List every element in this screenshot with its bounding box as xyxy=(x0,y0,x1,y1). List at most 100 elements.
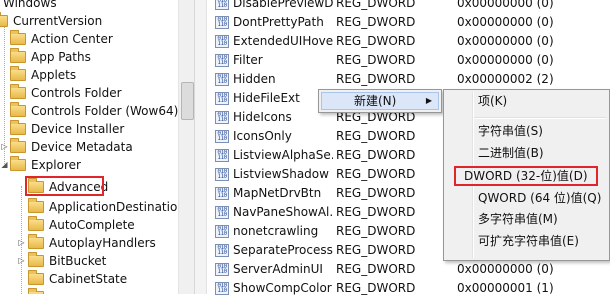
scrollbar-thumb[interactable] xyxy=(181,82,194,120)
folder-icon xyxy=(28,270,44,285)
folder-icon xyxy=(0,12,8,27)
value-row[interactable]: 010110 ExtendedUIHove... REG_DWORD 0x000… xyxy=(207,32,610,51)
folder-icon xyxy=(10,48,26,63)
reg-dword-icon: 010 110 xyxy=(215,54,229,67)
menu-separator xyxy=(474,117,606,119)
submenu-item-binary-value[interactable]: 二进制值(B) xyxy=(478,143,544,163)
reg-dword-icon: 010 110 xyxy=(215,244,229,257)
folder-icon xyxy=(28,252,44,267)
value-data: 0x00000001 (1) xyxy=(457,281,554,295)
context-menu: 新建(N) ▶ xyxy=(318,89,442,113)
reg-dword-icon: 010 110 xyxy=(215,187,229,200)
value-type: REG_DWORD xyxy=(336,129,416,143)
tree-item-label: Controls Folder xyxy=(31,86,122,100)
menu-item-new[interactable]: 新建(N) ▶ xyxy=(321,92,439,110)
reg-dword-icon: 010 110 xyxy=(215,206,229,219)
pane-splitter[interactable] xyxy=(195,0,207,294)
value-name: SeparateProcess xyxy=(233,243,333,257)
chevron-right-icon: ▶ xyxy=(425,96,432,105)
tree-item-label: Controls Folder (Wow64) xyxy=(31,104,178,118)
value-data: 0x00000000 (0) xyxy=(457,0,554,10)
tree-item-label: Action Center xyxy=(31,32,113,46)
value-type: REG_DWORD xyxy=(336,205,416,219)
value-name: ListviewAlphaSe... xyxy=(233,148,333,162)
expand-arrow-icon[interactable]: ▷ xyxy=(17,252,26,270)
value-type: REG_DWORD xyxy=(336,15,416,29)
folder-icon xyxy=(28,234,44,249)
value-row[interactable]: 010 110 ShowCompColor REG_DWORD 0x0000000… xyxy=(207,279,610,298)
reg-dword-icon: 010 110 xyxy=(215,263,229,276)
value-name: ShowCompColor xyxy=(233,281,332,295)
value-name: IconsOnly xyxy=(233,129,292,143)
folder-icon xyxy=(28,216,44,231)
folder-icon xyxy=(10,30,26,45)
value-type: REG_DWORD xyxy=(336,148,416,162)
value-name: Hidden xyxy=(233,72,276,86)
menu-item-new-label: 新建(N) xyxy=(354,94,397,108)
reg-dword-icon: 010 110 xyxy=(215,149,229,162)
folder-icon xyxy=(10,66,26,81)
advanced-highlight-box xyxy=(25,176,104,196)
value-name: DontPrettyPath xyxy=(233,15,324,29)
reg-dword-icon: 010 110 xyxy=(215,282,229,295)
submenu-item-key[interactable]: 项(K) xyxy=(478,91,507,111)
value-data: 0x00000000 (0) xyxy=(457,262,554,276)
folder-icon xyxy=(10,102,26,117)
value-row[interactable]: 010 110 Hidden REG_DWORD 0x00000002 (2) xyxy=(207,70,610,89)
value-data: 0x00000000 (0) xyxy=(457,34,554,48)
value-row[interactable]: 010 110 Filter REG_DWORD 0x00000000 (0) xyxy=(207,51,610,70)
reg-dword-icon: 010 110 xyxy=(215,168,229,181)
submenu-item-multi-string-value[interactable]: 多字符串值(M) xyxy=(478,209,558,229)
tree-item-label: BitBucket xyxy=(49,254,107,268)
folder-icon xyxy=(10,156,26,171)
expand-arrow-icon[interactable]: ▷ xyxy=(0,138,9,156)
value-row[interactable]: 010 110 DontPrettyPath REG_DWORD 0x000000… xyxy=(207,13,610,32)
tree-item-label: Device Installer xyxy=(31,122,125,136)
expand-arrow-icon[interactable]: ▷ xyxy=(17,234,26,252)
tree-item-label: Windows xyxy=(3,0,57,10)
tree-item-label: AutoComplete xyxy=(49,218,135,232)
tree-item-label: Explorer xyxy=(31,158,81,172)
tree-item-label: CabinetState xyxy=(49,272,128,286)
collapse-arrow-icon[interactable]: ◢ xyxy=(0,156,9,174)
value-data: 0x00000000 (0) xyxy=(457,53,554,67)
value-type: REG_DWORD xyxy=(336,186,416,200)
registry-key-tree[interactable]: Windows CurrentVersion Action Center App… xyxy=(0,0,178,294)
value-row[interactable]: 010 110 ServerAdminUI REG_DWORD 0x0000000… xyxy=(207,260,610,279)
reg-dword-icon: 010 110 xyxy=(215,35,229,48)
tree-item-label: ApplicationDestinations xyxy=(49,200,178,214)
reg-dword-icon: 010 110 xyxy=(215,0,229,10)
value-name: nonetcrawling xyxy=(233,224,319,238)
value-type: REG_DWORD xyxy=(336,167,416,181)
tree-item-label: AutoplayHandlers xyxy=(49,236,156,250)
value-type: REG_DWORD xyxy=(336,53,416,67)
reg-dword-icon: 010 110 xyxy=(215,16,229,29)
folder-icon xyxy=(10,138,26,153)
submenu-item-qword-value[interactable]: QWORD (64 位)值(Q) xyxy=(478,188,601,208)
tree-item-label: CurrentVersion xyxy=(13,14,103,28)
value-row[interactable]: 010110 DisablePreviewD... REG_DWORD 0x00… xyxy=(207,0,610,13)
value-name: DisablePreviewD... xyxy=(233,0,333,10)
value-type: REG_DWORD xyxy=(336,0,416,10)
reg-dword-icon: 010 110 xyxy=(215,130,229,143)
value-name: ServerAdminUI xyxy=(233,262,323,276)
value-name: NavPaneShowAl... xyxy=(233,205,333,219)
value-type: REG_DWORD xyxy=(336,224,416,238)
value-type: REG_DWORD xyxy=(336,72,416,86)
value-name: Filter xyxy=(233,53,263,67)
reg-dword-icon: 010 110 xyxy=(215,92,229,105)
value-type: REG_DWORD xyxy=(336,243,416,257)
value-type: REG_DWORD xyxy=(336,262,416,276)
folder-icon xyxy=(28,198,44,213)
folder-icon xyxy=(10,84,26,99)
tree-vertical-scrollbar[interactable] xyxy=(178,0,195,294)
value-data: 0x00000002 (2) xyxy=(457,72,554,86)
submenu-item-string-value[interactable]: 字符串值(S) xyxy=(478,121,543,141)
submenu-item-expandable-string-value[interactable]: 可扩充字符串值(E) xyxy=(478,231,579,251)
dword-highlight-box xyxy=(454,166,598,186)
tree-item-label: Applets xyxy=(31,68,77,82)
value-type: REG_DWORD xyxy=(336,34,416,48)
reg-dword-icon: 010 110 xyxy=(215,111,229,124)
reg-dword-icon: 010 110 xyxy=(215,73,229,86)
value-name: ListviewShadow xyxy=(233,167,329,181)
